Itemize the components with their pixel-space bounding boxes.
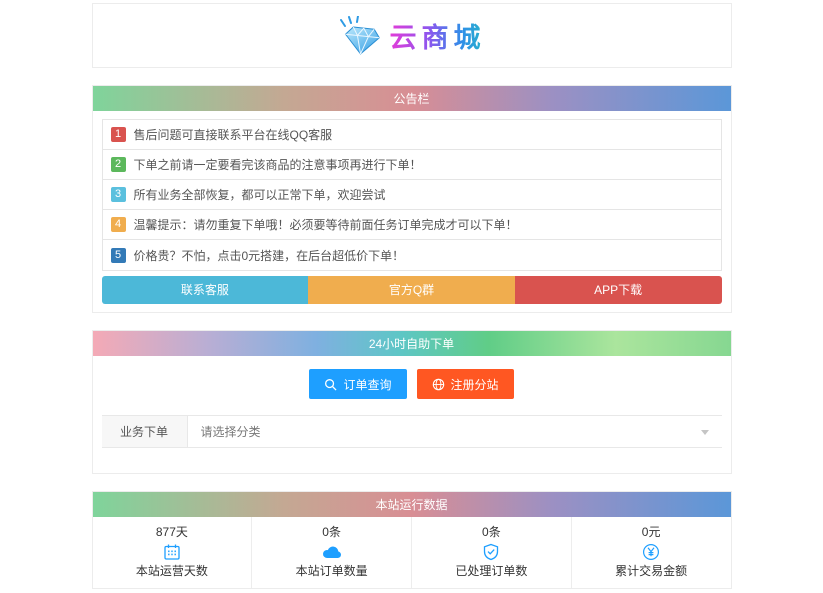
contact-service-button[interactable]: 联系客服 (102, 276, 309, 304)
notice-list: 1 售后问题可直接联系平台在线QQ客服 2 下单之前请一定要看完该商品的注意事项… (102, 119, 722, 271)
notice-item: 4 温馨提示：请勿重复下单哦！必须要等待前面任务订单完成才可以下单！ (103, 210, 721, 240)
site-stats-banner: 本站运行数据 (93, 492, 731, 517)
notice-text: 温馨提示：请勿重复下单哦！必须要等待前面任务订单完成才可以下单！ (134, 216, 518, 233)
notice-number-badge: 4 (111, 217, 126, 232)
announcement-card: 公告栏 1 售后问题可直接联系平台在线QQ客服 2 下单之前请一定要看完该商品的… (92, 85, 732, 313)
order-query-label: 订单查询 (343, 376, 391, 393)
shield-check-icon (482, 543, 500, 561)
notice-number-badge: 5 (111, 248, 126, 263)
business-order-label: 业务下单 (102, 416, 188, 447)
announcement-banner: 公告栏 (93, 86, 731, 111)
stat-value: 0元 (572, 524, 731, 540)
stat-label: 累计交易金额 (572, 563, 731, 579)
cloud-icon (322, 544, 342, 560)
business-order-form-row: 业务下单 请选择分类 (102, 415, 722, 448)
order-query-button[interactable]: 订单查询 (309, 369, 406, 399)
site-header: 云商城 (92, 3, 732, 68)
category-select-placeholder: 请选择分类 (201, 423, 261, 440)
page-container: 云商城 公告栏 1 售后问题可直接联系平台在线QQ客服 2 下单之前请一定要看完… (92, 0, 732, 589)
register-substation-label: 注册分站 (451, 376, 499, 393)
calendar-icon (163, 543, 181, 561)
stat-processed-orders: 0条 已处理订单数 (412, 517, 572, 588)
notice-text: 所有业务全部恢复，都可以正常下单，欢迎尝试 (134, 186, 386, 203)
official-qq-group-button[interactable]: 官方Q群 (308, 276, 515, 304)
yen-circle-icon (642, 543, 660, 561)
notice-item: 2 下单之前请一定要看完该商品的注意事项再进行下单！ (103, 150, 721, 180)
stat-total-amount: 0元 累计交易金额 (572, 517, 731, 588)
stat-label: 已处理订单数 (412, 563, 571, 579)
app-download-button[interactable]: APP下载 (515, 276, 722, 304)
notice-number-badge: 2 (111, 157, 126, 172)
notice-text: 下单之前请一定要看完该商品的注意事项再进行下单！ (134, 156, 422, 173)
chevron-down-icon (701, 430, 709, 435)
contact-button-row: 联系客服 官方Q群 APP下载 (102, 276, 722, 304)
notice-text: 价格贵？不怕，点击0元搭建，在后台超低价下单！ (134, 247, 405, 264)
globe-icon (432, 378, 445, 391)
notice-item: 3 所有业务全部恢复，都可以正常下单，欢迎尝试 (103, 180, 721, 210)
stat-operating-days: 877天 本站运营天数 (93, 517, 253, 588)
search-icon (324, 378, 337, 391)
stat-label: 本站订单数量 (252, 563, 411, 579)
self-order-banner: 24小时自助下单 (93, 331, 731, 356)
category-select[interactable]: 请选择分类 (188, 416, 722, 447)
site-logo-title: 云商城 (390, 16, 486, 55)
register-substation-button[interactable]: 注册分站 (417, 369, 514, 399)
notice-number-badge: 3 (111, 187, 126, 202)
site-stats-card: 本站运行数据 877天 本站运营天数 0条 (92, 491, 732, 589)
notice-item: 5 价格贵？不怕，点击0元搭建，在后台超低价下单！ (103, 240, 721, 270)
stat-order-count: 0条 本站订单数量 (252, 517, 412, 588)
stats-row: 877天 本站运营天数 0条 (93, 517, 731, 588)
stat-value: 0条 (412, 524, 571, 540)
action-button-row: 订单查询 注册分站 (102, 369, 722, 399)
notice-number-badge: 1 (111, 127, 126, 142)
stat-value: 0条 (252, 524, 411, 540)
stat-value: 877天 (93, 524, 252, 540)
diamond-logo-icon (338, 16, 382, 56)
self-order-card: 24小时自助下单 订单查询 注册分站 (92, 330, 732, 474)
stat-label: 本站运营天数 (93, 563, 252, 579)
notice-item: 1 售后问题可直接联系平台在线QQ客服 (103, 120, 721, 150)
notice-text: 售后问题可直接联系平台在线QQ客服 (134, 126, 333, 143)
